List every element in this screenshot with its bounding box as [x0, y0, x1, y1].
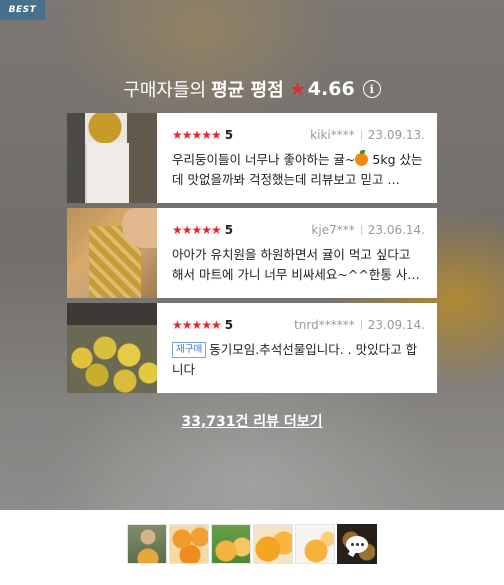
reviewer-id: kiki**** [310, 128, 355, 142]
review-card[interactable]: ★★★★★ 5 kiki**** 23.09.13. 우리둥이들이 너무나 좋아… [67, 113, 437, 203]
review-text[interactable]: 재구매 동기모임.추석선물입니다. . 맛있다고 합니다 [172, 340, 425, 380]
review-body: ★★★★★ 5 tnrd****** 23.09.14. 재구매 동기모임.추석선… [157, 303, 437, 393]
reviewer-id: kje7*** [311, 223, 355, 237]
divider [360, 225, 362, 235]
more-reviews-link[interactable]: 33,731건 리뷰 더보기 [0, 411, 504, 431]
review-list: ★★★★★ 5 kiki**** 23.09.13. 우리둥이들이 너무나 좋아… [67, 113, 437, 398]
photo-gallery [127, 524, 377, 566]
review-body: ★★★★★ 5 kje7*** 23.06.14. 아아가 유치원을 하원하면서… [157, 208, 437, 298]
gallery-more-button[interactable] [337, 524, 377, 564]
info-icon[interactable]: i [362, 80, 381, 98]
gallery-thumbnail[interactable] [169, 524, 209, 564]
average-score: 4.66 [307, 78, 355, 100]
review-card[interactable]: ★★★★★ 5 tnrd****** 23.09.14. 재구매 동기모임.추석선… [67, 303, 437, 393]
rating-value: 5 [224, 318, 234, 332]
reviewer-id: tnrd****** [294, 318, 355, 332]
review-date: 23.09.14. [367, 318, 425, 332]
rating-value: 5 [224, 128, 234, 142]
average-rating-header: 구매자들의 평균 평점 ★ 4.66 i [0, 74, 504, 104]
title-bold: 평균 평점 [211, 80, 284, 101]
review-date: 23.09.13. [367, 128, 425, 142]
speech-bubble-icon [346, 535, 368, 553]
rating-stars-icon: ★★★★★ [172, 318, 222, 332]
review-text[interactable]: 우리둥이들이 너무나 좋아하는 귤~ 5kg 샀는데 맛없을까봐 걱정했는데 리… [172, 150, 425, 190]
review-photo-thumbnail[interactable] [67, 303, 157, 393]
gallery-thumbnail[interactable] [295, 524, 335, 564]
review-meta: ★★★★★ 5 kje7*** 23.06.14. [172, 222, 425, 238]
orange-emoji-icon [355, 150, 369, 166]
repurchase-tag: 재구매 [172, 342, 207, 358]
review-meta: ★★★★★ 5 tnrd****** 23.09.14. [172, 317, 425, 333]
review-meta: ★★★★★ 5 kiki**** 23.09.13. [172, 127, 425, 143]
divider [360, 130, 362, 140]
rating-stars-icon: ★★★★★ [172, 128, 222, 142]
title-prefix: 구매자들의 [123, 80, 207, 101]
review-photo-thumbnail[interactable] [67, 113, 157, 203]
divider [360, 320, 362, 330]
rating-stars-icon: ★★★★★ [172, 223, 222, 237]
review-date: 23.06.14. [367, 223, 425, 237]
review-text[interactable]: 아아가 유치원을 하원하면서 귤이 먹고 싶다고 해서 마트에 가니 너무 비싸… [172, 245, 425, 285]
gallery-thumbnail[interactable] [253, 524, 293, 564]
gallery-thumbnail[interactable] [211, 524, 251, 564]
rating-value: 5 [224, 223, 234, 237]
best-badge: BEST [0, 0, 45, 20]
cup-shape [85, 143, 129, 203]
star-icon: ★ [289, 78, 306, 100]
review-hero-background: BEST 구매자들의 평균 평점 ★ 4.66 i ★★★★★ 5 kiki**… [0, 0, 504, 510]
gallery-thumbnail[interactable] [127, 524, 167, 564]
review-photo-thumbnail[interactable] [67, 208, 157, 298]
review-body: ★★★★★ 5 kiki**** 23.09.13. 우리둥이들이 너무나 좋아… [157, 113, 437, 203]
review-card[interactable]: ★★★★★ 5 kje7*** 23.06.14. 아아가 유치원을 하원하면서… [67, 208, 437, 298]
